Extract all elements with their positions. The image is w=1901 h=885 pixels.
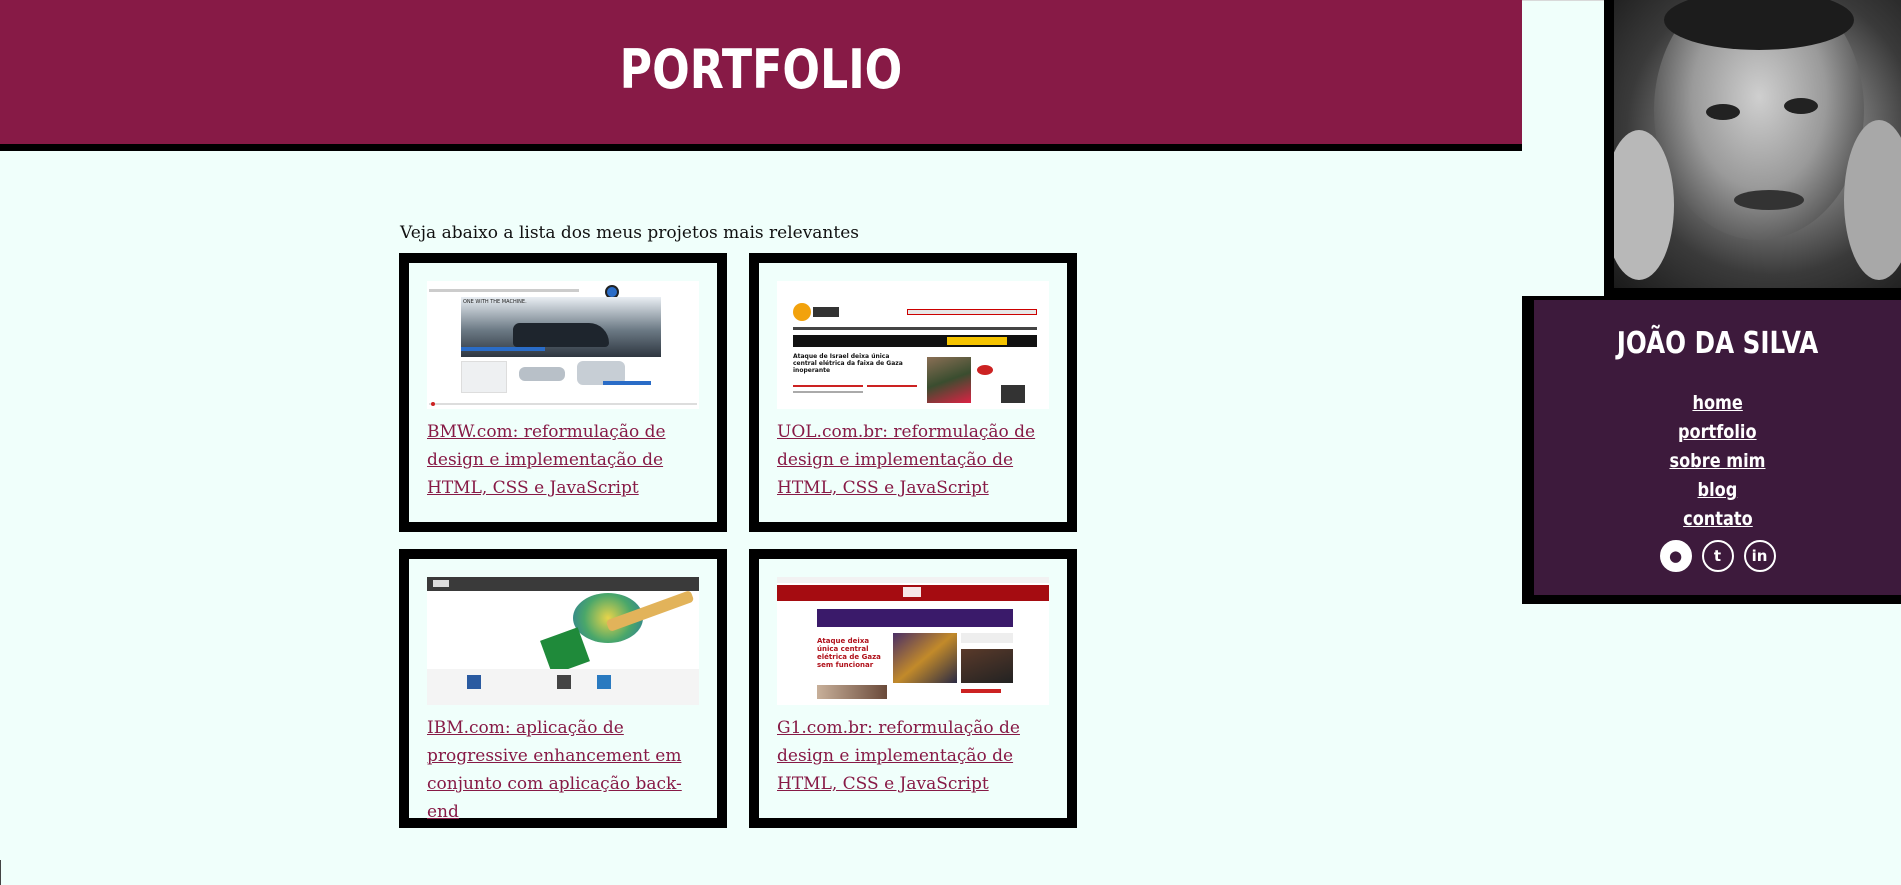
profile-photo [1604, 0, 1901, 296]
nav-portfolio[interactable]: portfolio [1678, 421, 1757, 443]
nav-home[interactable]: home [1692, 392, 1742, 414]
project-thumbnail-bmw[interactable]: ONE WITH THE MACHINE. [427, 281, 699, 409]
social-links: ● t in [1534, 540, 1901, 572]
project-card-bmw: ONE WITH THE MACHINE. BMW.com: reformula… [399, 253, 727, 532]
project-link-ibm[interactable]: IBM.com: aplicação de progressive enhanc… [427, 714, 701, 826]
sidebar: JOÃO DA SILVA home portfolio sobre mim b… [1522, 296, 1901, 604]
nav-blog[interactable]: blog [1698, 479, 1738, 501]
thumb-headline: Ataque deixa única central elétrica de G… [817, 637, 881, 669]
github-icon[interactable]: ● [1659, 540, 1692, 572]
main-nav: home portfolio sobre mim blog contato [1534, 392, 1901, 537]
intro-text: Veja abaixo a lista dos meus projetos ma… [400, 223, 859, 243]
thumb-headline: ONE WITH THE MACHINE. [463, 299, 527, 305]
project-thumbnail-g1[interactable]: Ataque deixa única central elétrica de G… [777, 577, 1049, 705]
project-card-g1: Ataque deixa única central elétrica de G… [749, 549, 1077, 828]
nav-contato[interactable]: contato [1683, 508, 1753, 530]
project-card-ibm: Paixão com dados IBM.com: aplicação de p… [399, 549, 727, 828]
project-link-bmw[interactable]: BMW.com: reformulação de design e implem… [427, 418, 701, 502]
project-link-g1[interactable]: G1.com.br: reformulação de design e impl… [777, 714, 1051, 798]
profile-name: JOÃO DA SILVA [1616, 326, 1819, 361]
text-cursor [0, 860, 1, 885]
project-card-uol: Ataque de Israel deixa única central elé… [749, 253, 1077, 532]
twitter-icon[interactable]: t [1701, 540, 1734, 572]
project-thumbnail-ibm[interactable]: Paixão com dados [427, 577, 699, 705]
nav-sobre-mim[interactable]: sobre mim [1669, 450, 1765, 472]
thumb-headline: Ataque de Israel deixa única central elé… [793, 353, 903, 374]
page-header: PORTFOLIO [0, 0, 1522, 151]
project-link-uol[interactable]: UOL.com.br: reformulação de design e imp… [777, 418, 1051, 502]
linkedin-icon[interactable]: in [1743, 540, 1776, 572]
page-title: PORTFOLIO [619, 38, 903, 101]
project-thumbnail-uol[interactable]: Ataque de Israel deixa única central elé… [777, 281, 1049, 409]
thumb-headline: Paixão com dados [443, 606, 518, 635]
